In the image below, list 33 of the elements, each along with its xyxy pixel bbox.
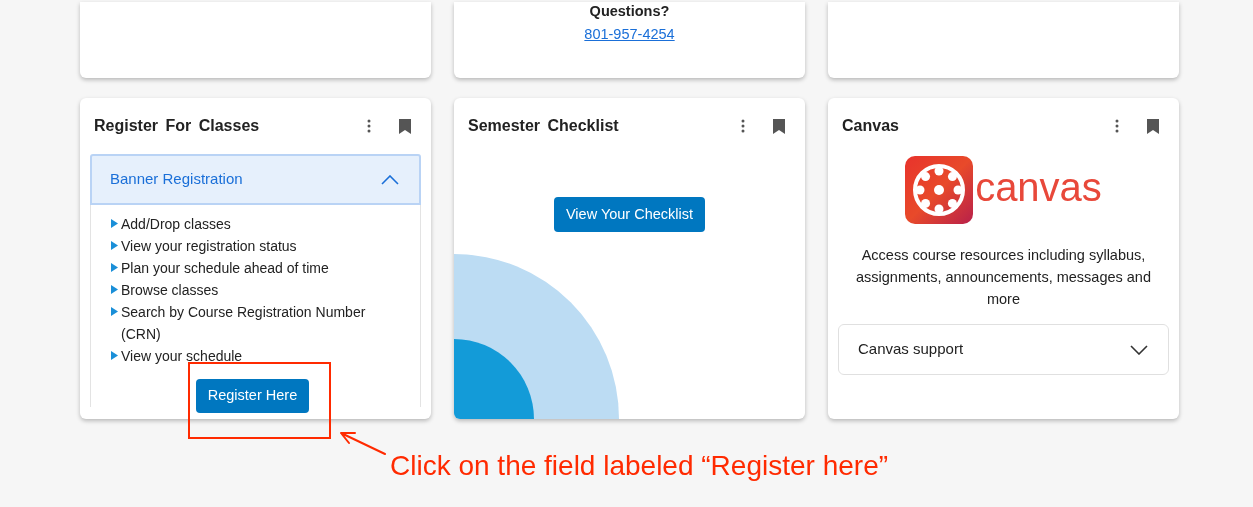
bullet-triangle-icon bbox=[111, 263, 118, 272]
bullet-triangle-icon bbox=[111, 307, 118, 316]
bullet-triangle-icon bbox=[111, 219, 118, 228]
bookmark-icon[interactable] bbox=[399, 118, 411, 134]
list-item: View your registration status bbox=[121, 237, 297, 256]
logo-text: canvas bbox=[975, 167, 1102, 207]
card-title: Canvas bbox=[842, 116, 899, 136]
bookmark-icon[interactable] bbox=[1147, 118, 1159, 134]
logo-icon bbox=[905, 156, 974, 224]
annotation-text: Click on the field labeled “Register here” bbox=[390, 449, 889, 483]
bookmark-icon[interactable] bbox=[773, 118, 785, 134]
accordion-header[interactable]: Canvas support bbox=[838, 324, 1169, 375]
list-item: Add/Drop classes bbox=[121, 215, 231, 234]
card-description: Access course resources including syllabus, assignments, announcements, messages and more bbox=[855, 246, 1152, 309]
more-options-icon[interactable] bbox=[741, 119, 745, 133]
accordion-header[interactable]: Banner Registration bbox=[90, 154, 421, 205]
chevron-down-icon bbox=[1130, 344, 1148, 355]
more-options-icon[interactable] bbox=[1115, 119, 1119, 133]
register-button[interactable]: Register Here bbox=[195, 379, 310, 413]
list-item: Plan your schedule ahead of time bbox=[121, 259, 329, 278]
card-title: Register For Classes bbox=[94, 116, 260, 136]
phone-link[interactable]: 801-957-4254 bbox=[584, 24, 675, 46]
bullet-triangle-icon bbox=[111, 351, 118, 360]
card-heading: Questions? bbox=[589, 2, 670, 20]
more-options-icon[interactable] bbox=[367, 119, 371, 133]
bullet-triangle-icon bbox=[111, 285, 118, 294]
list-item: Search by Course Registration Number (CRN) bbox=[121, 303, 367, 344]
card-title: Semester Checklist bbox=[468, 116, 619, 136]
list-item: View your schedule bbox=[121, 347, 243, 366]
chevron-up-icon bbox=[381, 174, 399, 185]
view-checklist-button[interactable]: View Your Checklist bbox=[553, 197, 706, 232]
bullet-triangle-icon bbox=[111, 241, 118, 250]
list-item: Browse classes bbox=[121, 281, 219, 300]
